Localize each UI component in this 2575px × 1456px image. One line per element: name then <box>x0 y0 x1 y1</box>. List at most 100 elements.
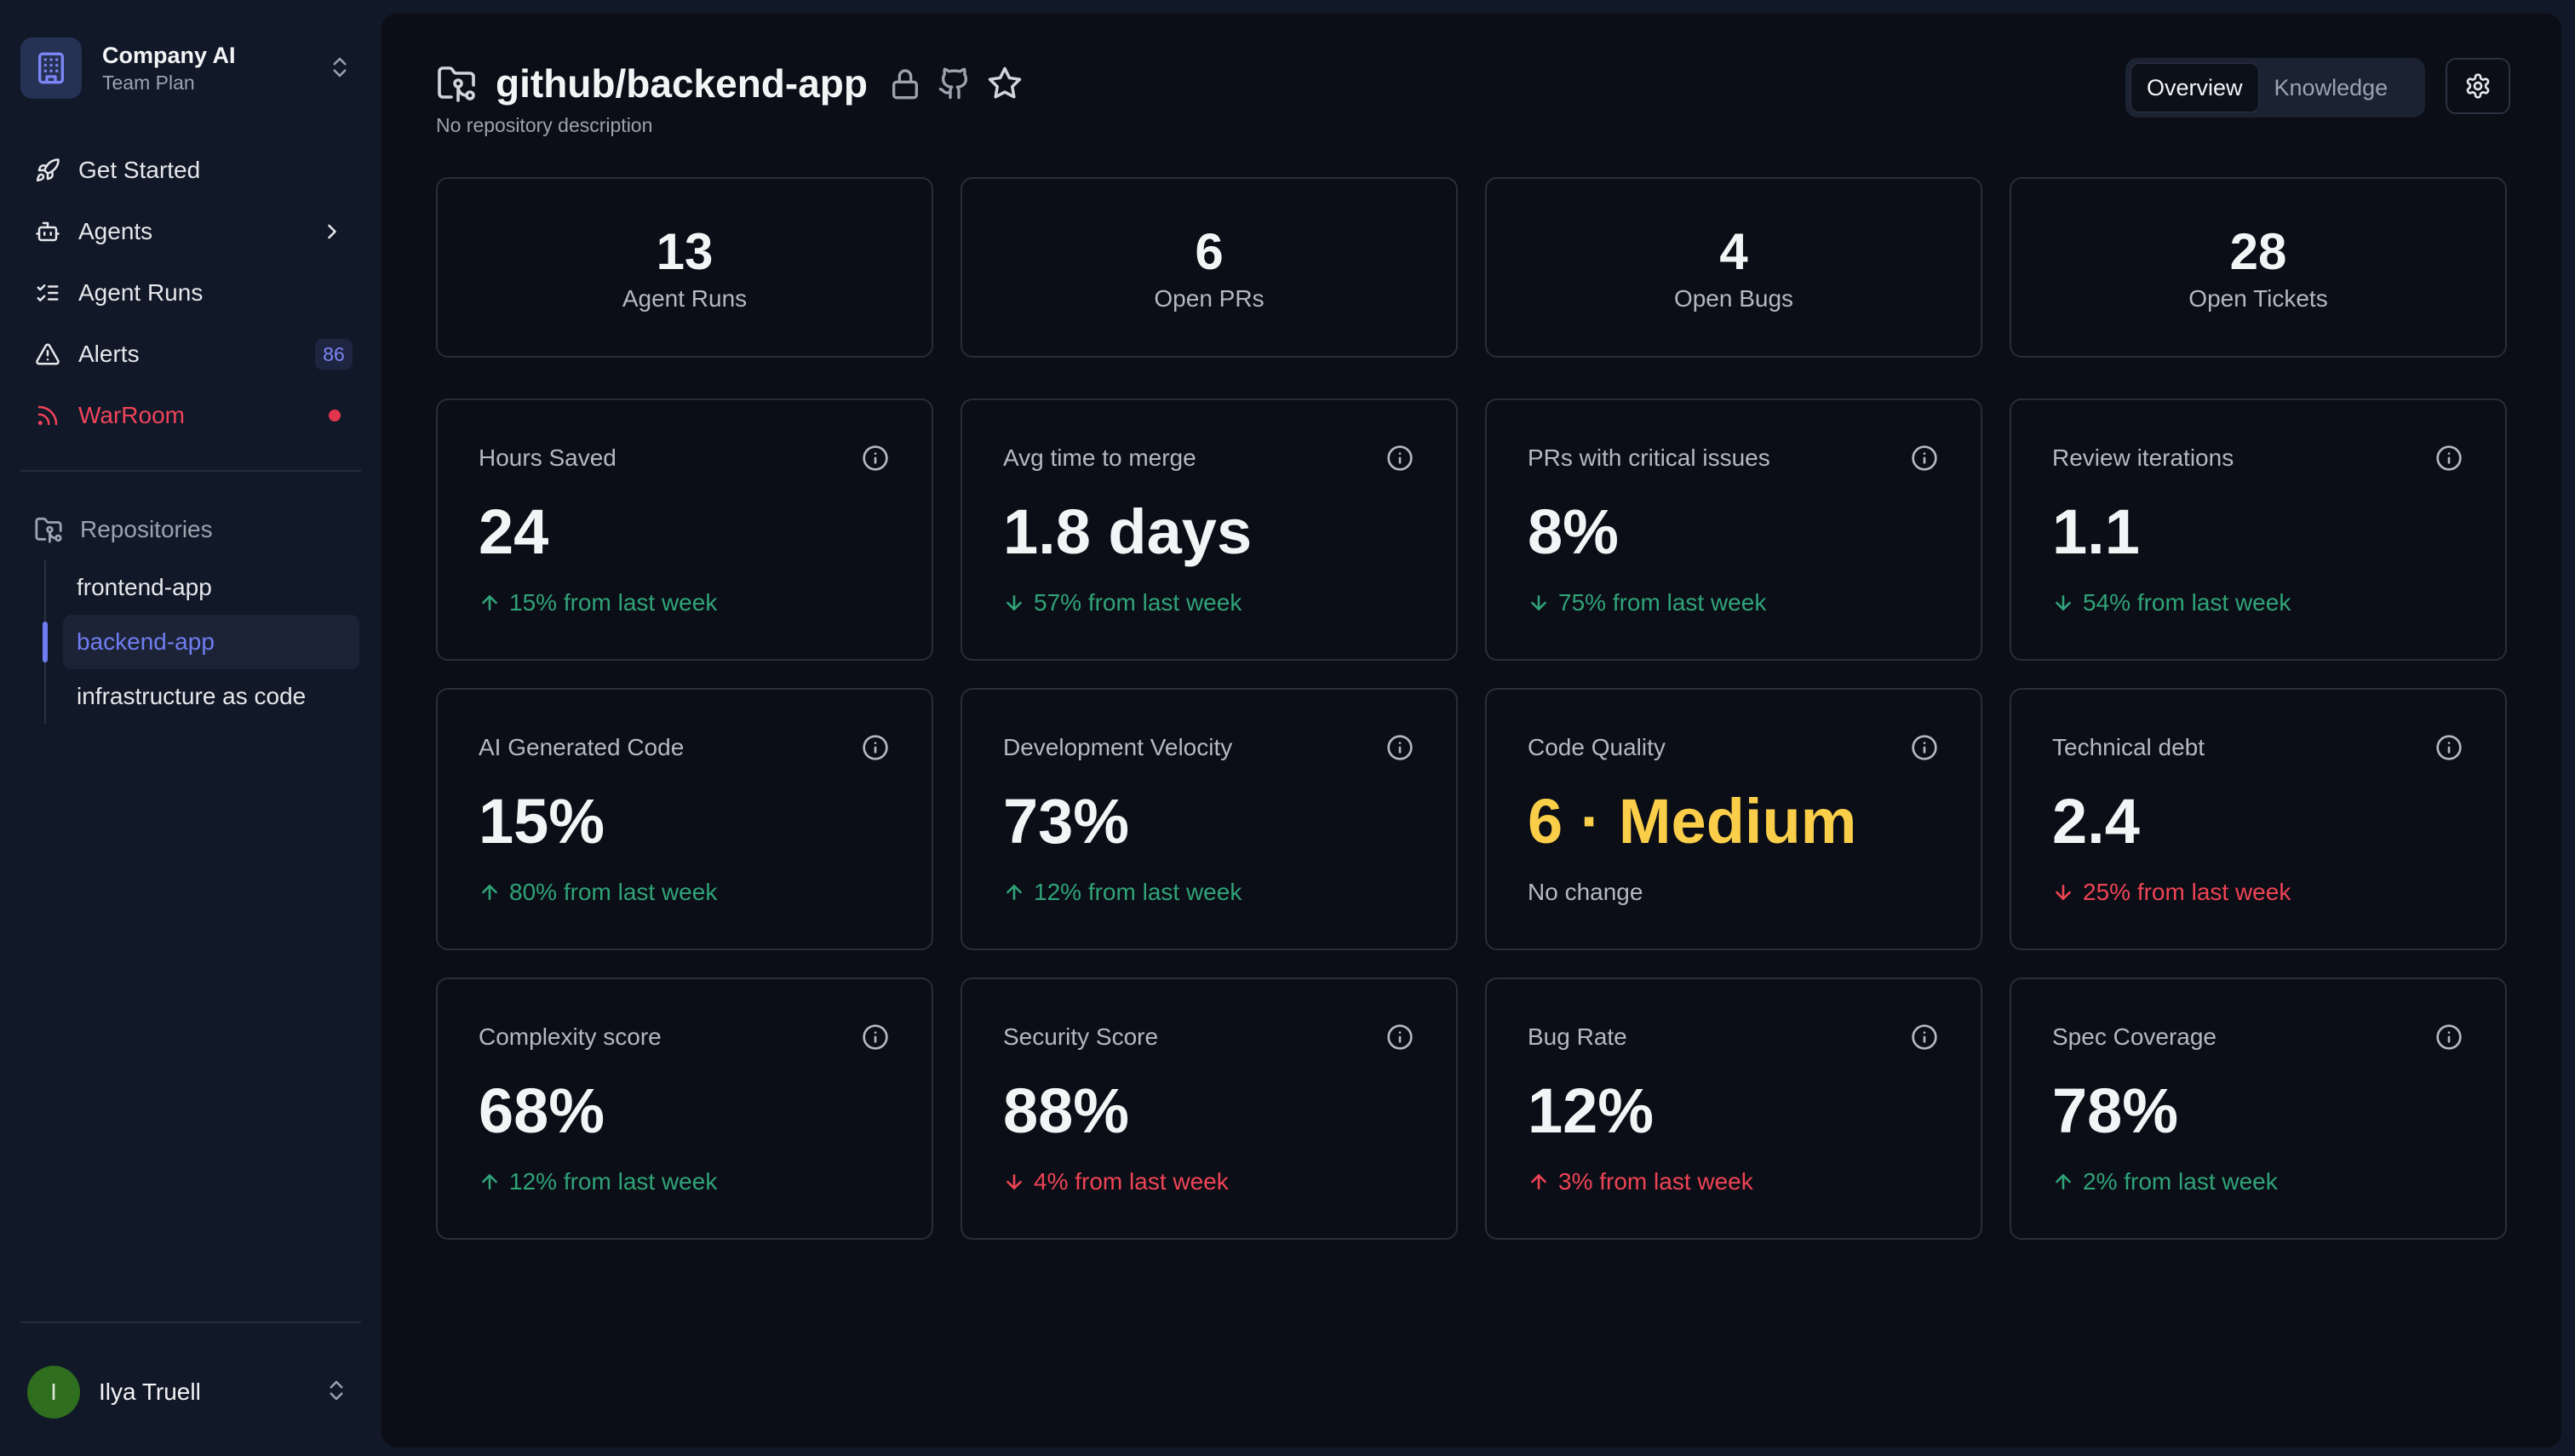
metric-change-text: 25% from last week <box>2083 879 2291 905</box>
metric-change-text: 12% from last week <box>1034 879 1242 905</box>
metric-change: No change <box>1528 879 1643 906</box>
arrow-down-icon <box>2052 592 2074 614</box>
metric-change: 57% from last week <box>1003 589 1242 616</box>
arrow-up-icon <box>1528 1171 1550 1193</box>
info-icon[interactable] <box>862 1023 889 1051</box>
sidebar-divider <box>20 470 361 472</box>
metric-card-spec-coverage[interactable]: Spec Coverage 78% 2% from last week <box>2010 977 2507 1240</box>
user-name: Ilya Truell <box>99 1379 201 1405</box>
folder-git-icon <box>436 63 477 104</box>
chevrons-up-down-icon <box>324 1378 349 1407</box>
info-icon[interactable] <box>1386 1023 1414 1051</box>
repositories-heading-label: Repositories <box>80 516 213 542</box>
metric-card-bug-rate[interactable]: Bug Rate 12% 3% from last week <box>1485 977 1982 1240</box>
main-panel: github/backend-app No repository descrip… <box>381 14 2561 1447</box>
alert-triangle-icon <box>34 341 61 368</box>
stat-card-agent-runs[interactable]: 13 Agent Runs <box>436 177 933 358</box>
stat-card-open-tickets[interactable]: 28 Open Tickets <box>2010 177 2507 358</box>
stat-card-open-bugs[interactable]: 4 Open Bugs <box>1485 177 1982 358</box>
list-checks-icon <box>34 279 61 307</box>
metric-change: 4% from last week <box>1003 1168 1229 1195</box>
repo-item-frontend-app[interactable]: frontend-app <box>63 560 359 615</box>
sidebar: Company AI Team Plan Get Started Agents <box>0 0 380 1456</box>
metric-title: Avg time to merge <box>1003 444 1196 471</box>
metric-value: 6 · Medium <box>1528 786 1857 857</box>
tab-knowledge[interactable]: Knowledge <box>2259 63 2404 112</box>
metric-value: 12% <box>1528 1075 1655 1146</box>
metric-change: 12% from last week <box>479 1168 717 1195</box>
arrow-up-icon <box>479 1171 501 1193</box>
tab-overview[interactable]: Overview <box>2131 63 2259 112</box>
metric-card-ai-generated-code[interactable]: AI Generated Code 15% 80% from last week <box>436 688 933 950</box>
settings-button[interactable] <box>2446 58 2510 114</box>
metric-card-security-score[interactable]: Security Score 88% 4% from last week <box>961 977 1458 1240</box>
nav-label-get-started: Get Started <box>78 157 201 183</box>
metric-title: Hours Saved <box>479 444 617 471</box>
repository-list: frontend-app backend-app infrastructure … <box>43 560 359 724</box>
metric-card-code-quality[interactable]: Code Quality 6 · Medium No change <box>1485 688 1982 950</box>
metric-value: 8% <box>1528 496 1619 567</box>
stat-card-open-prs[interactable]: 6 Open PRs <box>961 177 1458 358</box>
metric-value: 24 <box>479 496 549 567</box>
stat-label: Open Bugs <box>1673 285 1794 312</box>
metric-card-review-iterations[interactable]: Review iterations 1.1 54% from last week <box>2010 398 2507 661</box>
workspace-switcher[interactable]: Company AI Team Plan <box>20 37 359 99</box>
metric-change: 25% from last week <box>2052 879 2291 906</box>
arrow-down-icon <box>2052 881 2074 903</box>
info-icon[interactable] <box>1911 1023 1938 1051</box>
alerts-count-badge: 86 <box>315 339 353 370</box>
arrow-up-icon <box>479 592 501 614</box>
metric-value: 73% <box>1003 786 1130 857</box>
metric-card-technical-debt[interactable]: Technical debt 2.4 25% from last week <box>2010 688 2507 950</box>
main-nav: Get Started Agents Agent Runs Alerts 86 <box>20 140 359 446</box>
workspace-plan: Team Plan <box>102 72 195 94</box>
nav-item-warroom[interactable]: WarRoom <box>20 385 359 446</box>
metric-card-complexity-score[interactable]: Complexity score 68% 12% from last week <box>436 977 933 1240</box>
user-menu[interactable]: I Ilya Truell <box>20 1362 359 1422</box>
metric-title: Development Velocity <box>1003 734 1233 760</box>
metric-title: Spec Coverage <box>2052 1023 2217 1050</box>
metric-value: 2.4 <box>2052 786 2140 857</box>
nav-item-agents[interactable]: Agents <box>20 201 359 262</box>
arrow-down-icon <box>1003 1171 1025 1193</box>
metric-card-hours-saved[interactable]: Hours Saved 24 15% from last week <box>436 398 933 661</box>
metric-change: 2% from last week <box>2052 1168 2278 1195</box>
nav-item-agent-runs[interactable]: Agent Runs <box>20 262 359 324</box>
avatar: I <box>27 1366 80 1419</box>
nav-item-alerts[interactable]: Alerts 86 <box>20 324 359 385</box>
metric-card-avg-time-to-merge[interactable]: Avg time to merge 1.8 days 57% from last w… <box>961 398 1458 661</box>
stat-label: Open Tickets <box>2188 285 2328 312</box>
metric-change-text: 12% from last week <box>509 1168 718 1195</box>
metric-change: 15% from last week <box>479 589 717 616</box>
info-icon[interactable] <box>2435 1023 2463 1051</box>
repo-item-infrastructure-as-code[interactable]: infrastructure as code <box>63 669 359 724</box>
metric-change: 3% from last week <box>1528 1168 1753 1195</box>
github-icon[interactable] <box>938 66 972 100</box>
sidebar-footer-divider <box>20 1321 361 1323</box>
info-icon[interactable] <box>1911 734 1938 761</box>
metric-change-text: 75% from last week <box>1558 589 1767 616</box>
chevrons-up-down-icon <box>327 54 353 84</box>
star-icon[interactable] <box>987 66 1023 101</box>
metric-value: 68% <box>479 1075 605 1146</box>
metric-card-prs-with-critical-issues[interactable]: PRs with critical issues 8% 75% from last … <box>1485 398 1982 661</box>
info-icon[interactable] <box>1911 444 1938 472</box>
info-icon[interactable] <box>862 734 889 761</box>
metric-change: 80% from last week <box>479 879 717 906</box>
info-icon[interactable] <box>2435 734 2463 761</box>
info-icon[interactable] <box>1386 444 1414 472</box>
metric-change-text: 54% from last week <box>2083 589 2291 616</box>
arrow-up-icon <box>479 881 501 903</box>
info-icon[interactable] <box>862 444 889 472</box>
stat-label: Agent Runs <box>622 285 748 312</box>
arrow-up-icon <box>1003 881 1025 903</box>
repositories-heading[interactable]: Repositories <box>20 499 359 560</box>
repo-item-backend-app[interactable]: backend-app <box>43 615 359 669</box>
nav-item-get-started[interactable]: Get Started <box>20 140 359 201</box>
metric-title: PRs with critical issues <box>1528 444 1770 471</box>
metric-value: 78% <box>2052 1075 2179 1146</box>
gear-icon <box>2464 72 2492 100</box>
info-icon[interactable] <box>2435 444 2463 472</box>
info-icon[interactable] <box>1386 734 1414 761</box>
metric-card-development-velocity[interactable]: Development Velocity 73% 12% from last wee… <box>961 688 1458 950</box>
